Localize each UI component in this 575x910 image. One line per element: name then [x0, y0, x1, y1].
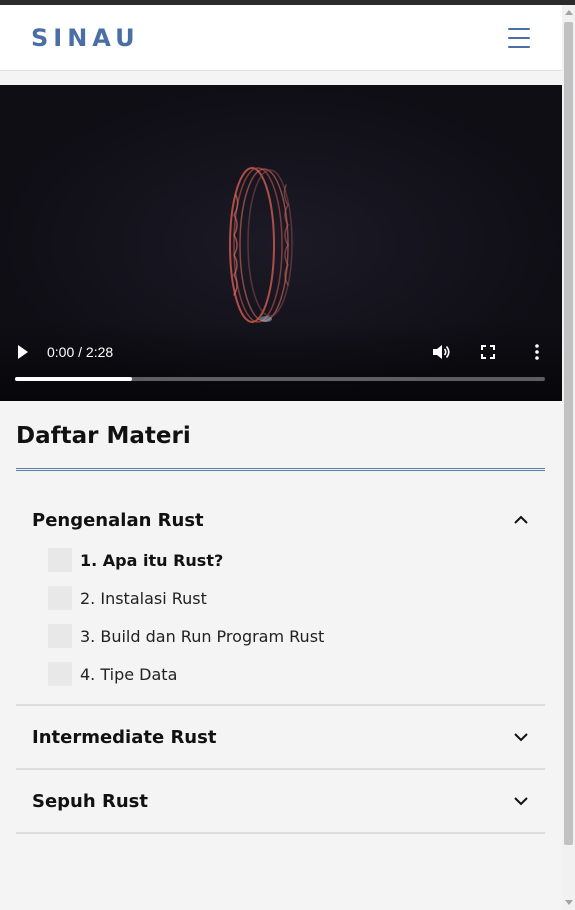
section-intermediate-rust: Intermediate Rust — [16, 706, 545, 770]
section-title: Intermediate Rust — [32, 726, 217, 748]
lesson-label: 1. Apa itu Rust? — [80, 550, 224, 570]
video-progress-fill — [15, 377, 132, 381]
play-icon[interactable] — [16, 343, 30, 361]
lesson-label: 2. Instalasi Rust — [80, 588, 207, 608]
scrollbar[interactable] — [562, 5, 575, 910]
site-logo[interactable]: SINAU — [31, 24, 140, 52]
scroll-up-arrow-icon[interactable] — [565, 10, 573, 15]
lesson-item[interactable]: 3. Build dan Run Program Rust — [48, 617, 545, 655]
volume-icon[interactable] — [431, 343, 451, 361]
section-title: Pengenalan Rust — [32, 509, 204, 531]
scroll-down-arrow-icon[interactable] — [565, 900, 573, 905]
lesson-item[interactable]: 4. Tipe Data — [48, 655, 545, 693]
video-player[interactable]: 0:00 / 2:28 — [0, 85, 562, 401]
hamburger-menu-icon[interactable] — [508, 27, 530, 48]
lesson-label: 3. Build dan Run Program Rust — [80, 626, 325, 646]
lesson-checkbox[interactable] — [48, 624, 72, 648]
page: SINAU 0:00 / 2:28 Daftar Materi Pengenal… — [0, 5, 562, 910]
lesson-item[interactable]: 2. Instalasi Rust — [48, 579, 545, 617]
lesson-label: 4. Tipe Data — [80, 664, 178, 684]
video-progress-bar[interactable] — [15, 377, 545, 381]
lesson-checkbox[interactable] — [48, 662, 72, 686]
chevron-down-icon[interactable] — [513, 732, 529, 742]
section-header[interactable]: Intermediate Rust — [16, 706, 545, 768]
materials-title: Daftar Materi — [16, 423, 191, 449]
more-options-icon[interactable] — [532, 343, 542, 361]
section-title: Sepuh Rust — [32, 790, 148, 812]
section-header[interactable]: Pengenalan Rust — [16, 503, 545, 537]
time-display: 0:00 / 2:28 — [47, 344, 114, 360]
section-pengenalan-rust: Pengenalan Rust 1. Apa itu Rust? 2. Inst… — [16, 503, 545, 706]
chevron-up-icon[interactable] — [513, 515, 529, 525]
materials-panel: Daftar Materi Pengenalan Rust 1. Apa itu… — [16, 401, 545, 834]
scrollbar-thumb[interactable] — [564, 22, 573, 845]
section-sepuh-rust: Sepuh Rust — [16, 770, 545, 834]
site-header: SINAU — [0, 5, 562, 71]
fullscreen-icon[interactable] — [479, 343, 497, 361]
chevron-down-icon[interactable] — [513, 796, 529, 806]
lesson-checkbox[interactable] — [48, 548, 72, 572]
section-header[interactable]: Sepuh Rust — [16, 770, 545, 832]
lesson-item[interactable]: 1. Apa itu Rust? — [48, 541, 545, 579]
title-divider — [16, 468, 545, 471]
lesson-checkbox[interactable] — [48, 586, 72, 610]
lesson-list: 1. Apa itu Rust? 2. Instalasi Rust 3. Bu… — [16, 537, 545, 704]
video-controls: 0:00 / 2:28 — [0, 337, 562, 367]
